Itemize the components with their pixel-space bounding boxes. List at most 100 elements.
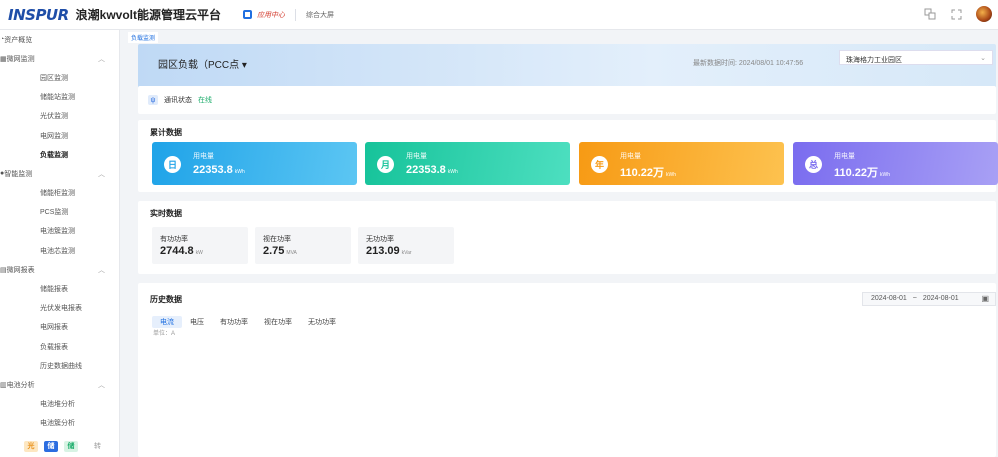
period-badge: 月 [377,156,394,173]
sidebar-item-19[interactable]: 电池堆分析 [0,395,119,414]
sidebar-group-7[interactable]: ● 智能监测 ︿ [0,164,119,183]
comm-status-value: 在线 [198,97,212,104]
report-icon: ▤ [0,266,7,274]
metric-value: 2744.8 kW [160,245,203,257]
sidebar-legend: 光储储转 [0,435,120,457]
last-update-time: 最新数据时间: 2024/08/01 10:47:56 [693,60,804,67]
comm-status-bar: ψ 通讯状态 在线 [138,86,996,114]
card-label: 用电量 [406,153,427,160]
history-tab[interactable]: 无功功率 [300,316,344,328]
app-center-button[interactable]: 应用中心 [243,10,285,20]
sidebar-group-1[interactable]: ▦ 微网监测 ︿ [0,49,119,68]
card-unit: kWh [234,169,245,175]
sidebar-item-label: 储能柜监测 [40,190,75,198]
sidebar-item-10[interactable]: 电池簇监测 [0,222,119,241]
card-value: 22353.8 kWh [406,164,458,176]
sidebar-item-label: 光伏发电报表 [40,305,82,313]
metric-value-number: 213.09 [366,245,400,257]
metric-value: 2.75 MVA [263,245,297,257]
sidebar-item-4[interactable]: 光伏监测 [0,107,119,126]
metric-unit: kW [195,250,203,256]
sidebar-item-label: 电池堆分析 [40,401,75,409]
cumulative-card: 年 用电量 110.22万 kWh [579,142,784,185]
card-value-number: 110.22万 [834,167,879,179]
history-chart[interactable]: 024681012142024-08-01 00:00:002024-08-01… [120,330,998,457]
legend-extra[interactable]: 转 [94,441,101,451]
sidebar-item-label: 微网监测 [6,55,35,63]
user-avatar[interactable] [976,6,992,22]
sidebar-item-label: PCS监测 [40,209,69,217]
sidebar-item-13[interactable]: 储能报表 [0,279,119,298]
sidebar-item-17[interactable]: 历史数据曲线 [0,356,119,375]
metric-label: 有功功率 [160,236,188,243]
legend-chip[interactable]: 储 [44,440,58,452]
metric-unit: MVA [286,250,297,256]
sidebar-item-20[interactable]: 电池簇分析 [0,414,119,433]
sidebar-item-label: 电池簇监测 [40,228,75,236]
history-tab[interactable]: 视在功率 [256,316,300,328]
date-from: 2024-08-01 [871,295,907,302]
legend-chip[interactable]: 光 [24,440,38,452]
history-tab[interactable]: 电流 [152,316,182,328]
cumulative-title: 累计数据 [150,128,182,137]
chevron-up-icon: ︿ [98,381,105,389]
sidebar-item-5[interactable]: 电网监测 [0,126,119,145]
legend-chip[interactable]: 储 [64,440,78,452]
sidebar-item-8[interactable]: 储能柜监测 [0,184,119,203]
card-value-number: 22353.8 [193,164,233,176]
card-value: 22353.8 kWh [193,164,245,176]
card-unit: kWh [880,172,891,178]
realtime-metric: 视在功率 2.75 MVA [255,227,351,264]
sidebar-item-label: 光伏监测 [40,113,68,121]
chevron-up-icon: ︿ [98,266,105,274]
sidebar-item-3[interactable]: 储能站监测 [0,88,119,107]
sidebar-item-label: 历史数据曲线 [40,362,82,370]
period-badge: 总 [805,156,822,173]
history-tab[interactable]: 有功功率 [212,316,256,328]
sidebar-group-12[interactable]: ▤ 微网报表 ︿ [0,260,119,279]
sidebar-item-9[interactable]: PCS监测 [0,203,119,222]
metric-value-number: 2744.8 [160,245,194,257]
card-value-number: 22353.8 [406,164,446,176]
sidebar-item-11[interactable]: 电池芯监测 [0,241,119,260]
sidebar-item-6[interactable]: 负载监测 [0,145,119,164]
sidebar-item-label: 电池分析 [6,381,35,389]
chevron-up-icon: ︿ [98,55,105,63]
calendar-icon: ▣ [981,294,989,303]
sidebar-item-label: 微网报表 [6,266,35,274]
metric-value: 213.09 kVar [366,245,412,257]
breadcrumb[interactable]: 负载监测 [128,32,159,43]
sidebar-item-15[interactable]: 电网报表 [0,318,119,337]
divider [295,8,297,21]
history-tab[interactable]: 电压 [182,316,212,328]
sidebar-item-16[interactable]: 负载报表 [0,337,119,356]
page-title[interactable]: 园区负载（PCC点 ▾ [158,56,247,71]
realtime-metric: 无功功率 213.09 kVar [358,227,454,264]
comm-status-label: 通讯状态 [164,97,192,104]
fullscreen-icon[interactable] [950,8,962,20]
translate-icon[interactable] [924,8,936,20]
date-to: 2024-08-01 [922,295,959,302]
sidebar-item-label: 储能站监测 [40,94,75,102]
realtime-title: 实时数据 [150,209,182,218]
history-tabs: 电流 电压 有功功率 视在功率 无功功率 [152,316,344,328]
app-title: 浪潮kwvolt能源管理云平台 [75,8,222,22]
sidebar-item-2[interactable]: 园区监测 [0,68,119,87]
card-label: 用电量 [620,153,641,160]
battery-icon: ▥ [0,381,7,389]
main-content: 负载监测 园区负载（PCC点 ▾ 最新数据时间: 2024/08/01 10:4… [120,30,998,457]
sidebar-group-18[interactable]: ▥ 电池分析 ︿ [0,375,119,394]
sidebar-item-14[interactable]: 光伏发电报表 [0,299,119,318]
app-center-icon [243,10,253,19]
sidebar-item-label: 负载监测 [40,151,68,159]
period-badge: 日 [164,156,181,173]
date-range-picker[interactable]: 2024-08-01 ~ 2024-08-01 ▣ [862,292,996,306]
metric-label: 视在功率 [263,236,291,243]
sidebar-group-0[interactable]: ◔ 资产概览 [0,30,119,49]
sidebar-item-label: 电网报表 [40,324,68,332]
app-center-label: 应用中心 [257,11,286,19]
cumulative-card: 总 用电量 110.22万 kWh [793,142,998,185]
overview-screen-tab[interactable]: 综合大屏 [306,10,334,20]
park-select[interactable]: 珠海格力工业园区 ⌄ [839,50,993,65]
card-label: 用电量 [834,153,855,160]
